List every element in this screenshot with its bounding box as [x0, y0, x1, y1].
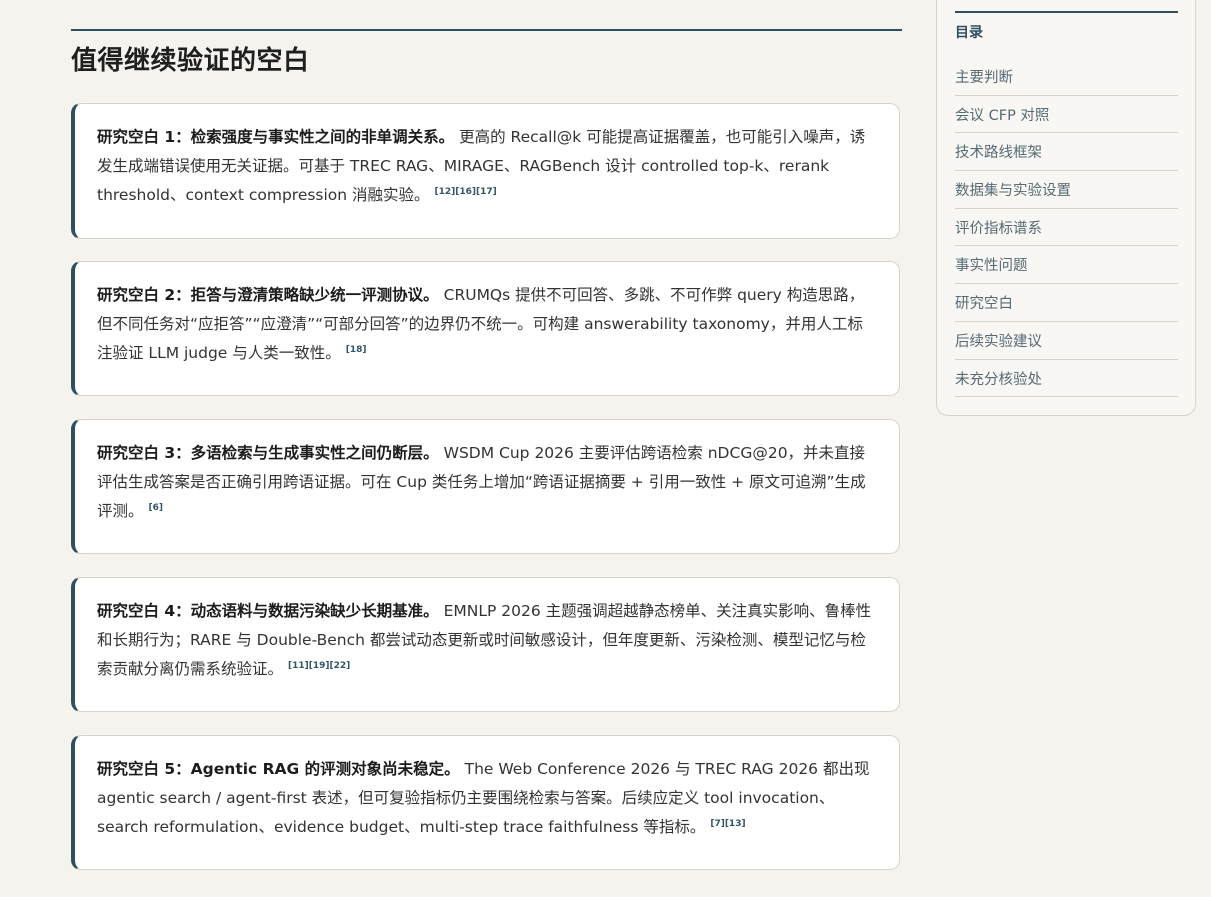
toc-item-next-experiments[interactable]: 后续实验建议 — [955, 322, 1178, 360]
section-divider — [71, 29, 902, 31]
toc-list: 主要判断 会议 CFP 对照 技术路线框架 数据集与实验设置 评价指标谱系 事实… — [955, 58, 1178, 398]
gap-card-3: 研究空白 3：多语检索与生成事实性之间仍断层。 WSDM Cup 2026 主要… — [71, 419, 900, 554]
toc-item-main-judgment[interactable]: 主要判断 — [955, 58, 1178, 96]
toc-divider — [955, 11, 1178, 13]
toc-item-factuality[interactable]: 事实性问题 — [955, 246, 1178, 285]
citation-link[interactable]: [12][16][17] — [434, 187, 496, 197]
gap-paragraph: 研究空白 1：检索强度与事实性之间的非单调关系。 更高的 Recall@k 可能… — [97, 123, 877, 210]
gap-lead: 研究空白 3：多语检索与生成事实性之间仍断层。 — [97, 444, 439, 462]
toc-item-metrics[interactable]: 评价指标谱系 — [955, 209, 1178, 247]
toc-item-datasets[interactable]: 数据集与实验设置 — [955, 171, 1178, 209]
citation-link[interactable]: [7][13] — [710, 819, 745, 829]
citation-link[interactable]: [18] — [346, 345, 367, 355]
section-title: 值得继续验证的空白 — [71, 46, 310, 76]
gap-lead: 研究空白 4：动态语料与数据污染缺少长期基准。 — [97, 602, 439, 620]
citation-link[interactable]: [6] — [148, 503, 163, 513]
gap-lead: 研究空白 5：Agentic RAG 的评测对象尚未稳定。 — [97, 760, 460, 778]
toc-item-unverified[interactable]: 未充分核验处 — [955, 360, 1178, 398]
gap-card-5: 研究空白 5：Agentic RAG 的评测对象尚未稳定。 The Web Co… — [71, 735, 900, 870]
toc-item-tech-framework[interactable]: 技术路线框架 — [955, 133, 1178, 172]
gap-paragraph: 研究空白 5：Agentic RAG 的评测对象尚未稳定。 The Web Co… — [97, 755, 877, 842]
gap-card-4: 研究空白 4：动态语料与数据污染缺少长期基准。 EMNLP 2026 主题强调超… — [71, 577, 900, 712]
gap-paragraph: 研究空白 3：多语检索与生成事实性之间仍断层。 WSDM Cup 2026 主要… — [97, 439, 877, 526]
citation-link[interactable]: [11][19][22] — [288, 661, 350, 671]
gap-lead: 研究空白 1：检索强度与事实性之间的非单调关系。 — [97, 128, 455, 146]
toc-title: 目录 — [955, 25, 983, 41]
gap-card-1: 研究空白 1：检索强度与事实性之间的非单调关系。 更高的 Recall@k 可能… — [71, 103, 900, 239]
gap-paragraph: 研究空白 4：动态语料与数据污染缺少长期基准。 EMNLP 2026 主题强调超… — [97, 597, 877, 684]
toc-item-cfp-comparison[interactable]: 会议 CFP 对照 — [955, 96, 1178, 134]
table-of-contents: 目录 主要判断 会议 CFP 对照 技术路线框架 数据集与实验设置 评价指标谱系… — [936, 0, 1196, 416]
toc-item-research-gaps[interactable]: 研究空白 — [955, 284, 1178, 322]
gap-lead: 研究空白 2：拒答与澄清策略缺少统一评测协议。 — [97, 286, 439, 304]
gap-paragraph: 研究空白 2：拒答与澄清策略缺少统一评测协议。 CRUMQs 提供不可回答、多跳… — [97, 281, 877, 368]
gap-card-2: 研究空白 2：拒答与澄清策略缺少统一评测协议。 CRUMQs 提供不可回答、多跳… — [71, 261, 900, 396]
